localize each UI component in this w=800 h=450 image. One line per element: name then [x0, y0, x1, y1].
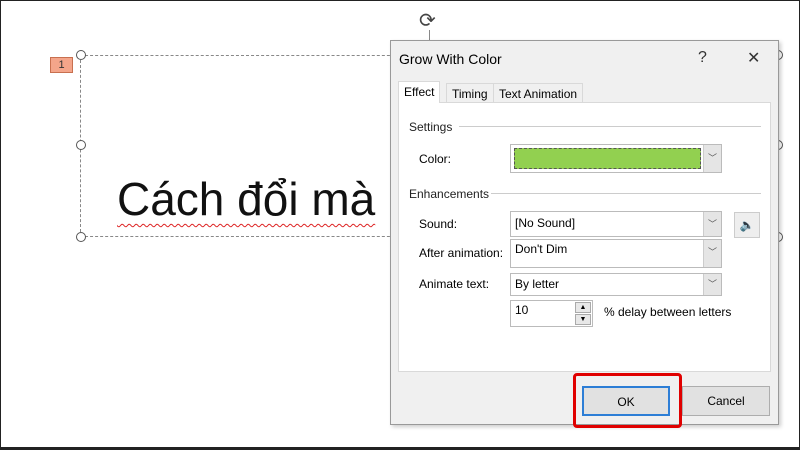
- color-label: Color:: [419, 152, 452, 166]
- close-button[interactable]: ✕: [747, 48, 760, 68]
- sound-value: [No Sound]: [515, 216, 576, 230]
- sound-select[interactable]: [No Sound] ﹀: [510, 211, 722, 237]
- slide-title-text[interactable]: Cách đổi mà: [117, 172, 375, 226]
- sound-label: Sound:: [419, 217, 458, 231]
- dialog-title: Grow With Color: [399, 51, 502, 67]
- tab-effect[interactable]: Effect: [398, 81, 441, 103]
- settings-group-label: Settings: [409, 120, 453, 134]
- color-swatch: [514, 148, 701, 169]
- resize-handle[interactable]: [76, 140, 86, 150]
- divider: [459, 126, 761, 127]
- chevron-down-icon: ﹀: [703, 240, 721, 267]
- delay-label: % delay between letters: [604, 305, 732, 319]
- after-animation-label: After animation:: [419, 246, 504, 260]
- after-animation-select[interactable]: Don't Dim ﹀: [510, 239, 722, 268]
- rotate-handle-icon[interactable]: ⟳: [419, 8, 436, 33]
- ok-button[interactable]: OK: [582, 386, 670, 416]
- animate-text-value: By letter: [515, 277, 560, 291]
- chevron-down-icon: ﹀: [703, 145, 721, 172]
- enhancements-group-label: Enhancements: [409, 187, 490, 201]
- tab-timing[interactable]: Timing: [446, 83, 494, 103]
- chevron-down-icon: ﹀: [703, 212, 721, 236]
- effect-panel: Settings Color: ﹀ Enhancements Sound: [N…: [398, 102, 771, 372]
- after-animation-value: Don't Dim: [515, 242, 568, 256]
- resize-handle[interactable]: [76, 50, 86, 60]
- resize-handle[interactable]: [76, 232, 86, 242]
- delay-stepper[interactable]: 10 ▲ ▼: [510, 300, 593, 327]
- animate-text-label: Animate text:: [419, 277, 490, 291]
- chevron-down-icon: ﹀: [703, 274, 721, 295]
- color-picker[interactable]: ﹀: [510, 144, 722, 173]
- rotate-stem: [429, 30, 430, 40]
- animate-text-select[interactable]: By letter ﹀: [510, 273, 722, 296]
- grow-with-color-dialog: Grow With Color ? ✕ Effect Timing Text A…: [390, 40, 779, 428]
- tab-text-animation[interactable]: Text Animation: [493, 83, 584, 103]
- cancel-button[interactable]: Cancel: [682, 386, 770, 416]
- animation-number-badge[interactable]: 1: [50, 57, 73, 73]
- stepper-up-icon[interactable]: ▲: [575, 302, 591, 313]
- divider: [491, 193, 761, 194]
- stepper-down-icon[interactable]: ▼: [575, 314, 591, 325]
- speaker-icon[interactable]: 🔈: [734, 212, 760, 238]
- help-button[interactable]: ?: [698, 49, 707, 67]
- delay-value: 10: [515, 303, 529, 317]
